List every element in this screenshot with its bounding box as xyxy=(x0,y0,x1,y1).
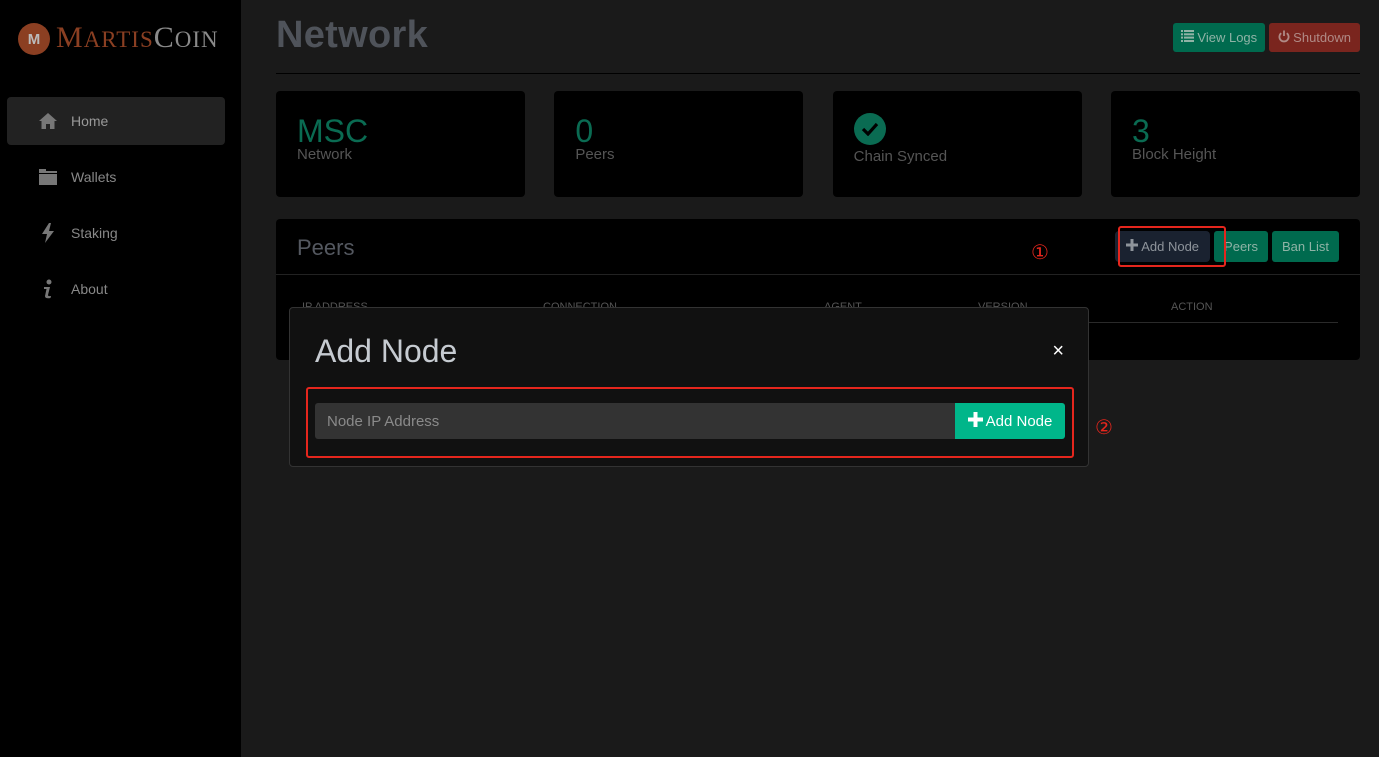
sidebar-item-about[interactable]: About xyxy=(7,265,225,313)
peers-divider xyxy=(276,274,1360,275)
logo-text: MARTISCOIN xyxy=(56,21,219,54)
peers-actions: Add Node Peers Ban List xyxy=(1115,231,1339,262)
peers-button[interactable]: Peers xyxy=(1214,231,1269,262)
plus-icon xyxy=(967,411,983,431)
home-icon xyxy=(38,111,58,131)
sidebar-item-home[interactable]: Home xyxy=(7,97,225,145)
stat-card-network: MSC Network xyxy=(276,91,525,197)
sidebar-item-wallets[interactable]: Wallets xyxy=(7,153,225,201)
shutdown-button[interactable]: Shutdown xyxy=(1269,23,1360,52)
stats-row: MSC Network 0 Peers Chain Synced 3 Block… xyxy=(276,91,1360,197)
header-actions: View Logs Shutdown xyxy=(1173,23,1360,52)
list-icon xyxy=(1181,30,1195,45)
add-node-button[interactable]: Add Node xyxy=(1115,231,1211,262)
ban-list-button[interactable]: Ban List xyxy=(1272,231,1339,262)
page-title: Network xyxy=(276,14,429,56)
stat-card-block-height: 3 Block Height xyxy=(1110,91,1360,197)
check-circle-icon xyxy=(853,113,886,145)
close-icon[interactable]: × xyxy=(1052,341,1064,361)
logo: M MARTISCOIN xyxy=(18,22,219,56)
sidebar-item-label: Wallets xyxy=(71,169,117,185)
sidebar-item-staking[interactable]: Staking xyxy=(7,209,225,257)
sidebar-item-label: Home xyxy=(71,113,109,129)
sidebar-nav: Home Wallets Staking About xyxy=(7,97,225,321)
folder-icon xyxy=(38,167,58,187)
peers-title: Peers xyxy=(297,235,355,260)
node-ip-input[interactable] xyxy=(315,403,955,439)
annotation-step2: ② xyxy=(1095,417,1113,439)
add-node-submit-button[interactable]: Add Node xyxy=(955,403,1065,439)
stat-value: 3 xyxy=(1131,113,1150,149)
view-logs-button[interactable]: View Logs xyxy=(1173,23,1266,52)
bolt-icon xyxy=(38,223,58,243)
stat-label: Chain Synced xyxy=(853,148,948,165)
logo-icon: M xyxy=(18,23,50,55)
info-icon xyxy=(38,279,58,299)
stat-label: Network xyxy=(297,146,353,163)
annotation-step1: ① xyxy=(1031,242,1049,264)
sidebar: M MARTISCOIN Home Wallets Staking About xyxy=(0,0,241,757)
stat-value: MSC xyxy=(297,113,369,149)
stat-card-peers: 0 Peers xyxy=(554,91,804,197)
stat-card-chain-synced: Chain Synced xyxy=(832,91,1082,197)
plus-icon xyxy=(1126,239,1139,254)
column-header-action: ACTION xyxy=(1171,301,1213,313)
stat-label: Block Height xyxy=(1131,146,1217,163)
stat-value: 0 xyxy=(575,113,594,149)
sidebar-item-label: Staking xyxy=(71,225,118,241)
power-icon xyxy=(1278,30,1290,46)
add-node-modal: Add Node × Add Node xyxy=(289,307,1089,467)
sidebar-item-label: About xyxy=(71,281,108,297)
modal-title: Add Node xyxy=(315,333,458,369)
stat-label: Peers xyxy=(575,146,615,163)
title-divider xyxy=(276,73,1360,74)
